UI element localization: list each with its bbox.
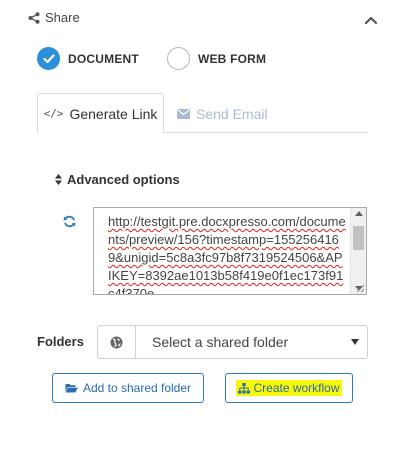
- radio-unchecked-circle[interactable]: [166, 47, 190, 70]
- create-workflow-label: Create workflow: [253, 381, 340, 395]
- check-icon: [42, 53, 55, 63]
- create-workflow-button[interactable]: Create workflow: [225, 373, 353, 403]
- code-icon: </>: [43, 107, 64, 120]
- resize-grip-icon[interactable]: [355, 283, 365, 293]
- highlight: Create workflow: [236, 380, 342, 396]
- add-to-shared-folder-button[interactable]: Add to shared folder: [52, 373, 204, 403]
- refresh-icon[interactable]: [63, 215, 76, 228]
- tab-send-email[interactable]: Send Email: [177, 93, 268, 134]
- link-textarea[interactable]: http://testgit.pre.docxpresso.com/docume…: [93, 207, 367, 295]
- scroll-thumb[interactable]: [353, 226, 364, 250]
- link-tabs: </> Generate Link Send Email: [37, 93, 368, 134]
- scroll-up-arrow-icon[interactable]: [355, 211, 363, 216]
- caret-down-icon: [351, 339, 359, 345]
- add-to-shared-folder-label: Add to shared folder: [82, 381, 192, 395]
- shared-folder-dropdown[interactable]: Select a shared folder: [136, 326, 367, 358]
- radio-web-form[interactable]: WEB FORM: [166, 47, 267, 70]
- document-type-selector: DOCUMENT WEB FORM: [37, 47, 294, 70]
- radio-checked-circle[interactable]: [37, 47, 60, 70]
- radio-web-form-label: WEB FORM: [197, 51, 267, 66]
- chevron-up-icon[interactable]: [364, 14, 378, 26]
- shared-folder-select[interactable]: Select a shared folder: [97, 325, 368, 359]
- tab-generate-link[interactable]: </> Generate Link: [37, 93, 164, 134]
- link-text: http://testgit.pre.docxpresso.com/docume…: [108, 214, 346, 295]
- envelope-icon: [177, 108, 190, 119]
- folder-open-icon: [65, 384, 78, 393]
- advanced-options-toggle[interactable]: Advanced options: [55, 172, 180, 187]
- selected-folder-text: Select a shared folder: [152, 334, 289, 350]
- tab-generate-link-label: Generate Link: [69, 105, 158, 122]
- share-header: Share: [28, 10, 80, 25]
- sitemap-icon: [238, 382, 251, 393]
- radio-document-label: DOCUMENT: [68, 51, 139, 66]
- tab-send-email-label: Send Email: [196, 105, 268, 122]
- select-addon: [98, 326, 136, 358]
- advanced-options-label: Advanced options: [67, 172, 180, 187]
- globe-icon: [110, 336, 123, 348]
- textarea-scrollbar[interactable]: [350, 208, 366, 294]
- sort-icon: [55, 174, 62, 185]
- radio-document[interactable]: DOCUMENT: [37, 47, 139, 70]
- share-title: Share: [45, 10, 80, 25]
- folders-label: Folders: [37, 334, 84, 349]
- share-alt-icon: [28, 11, 40, 24]
